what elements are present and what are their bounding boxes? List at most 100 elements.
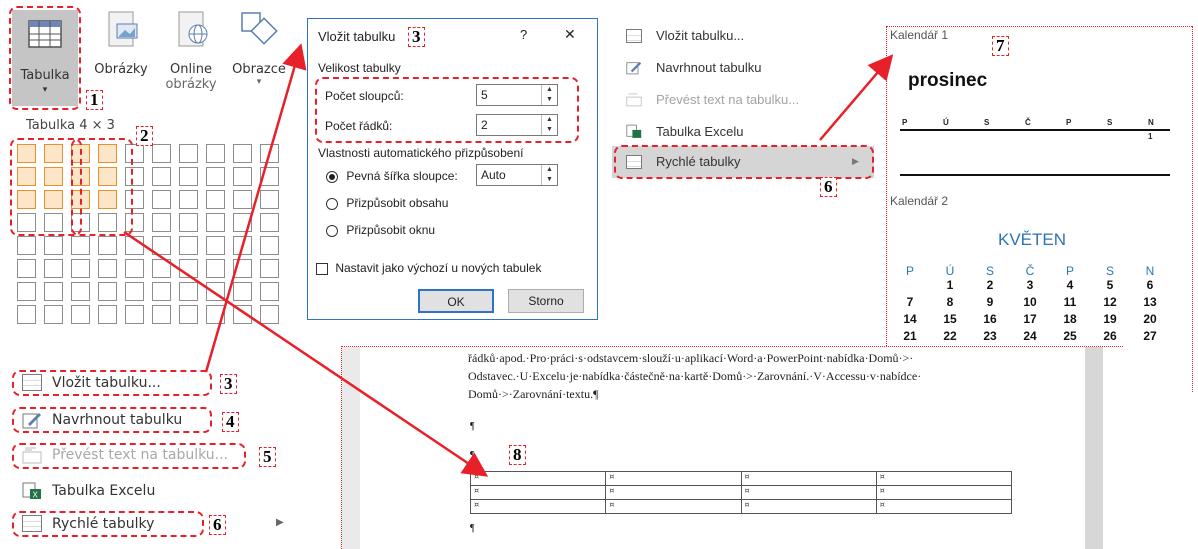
grid-cell[interactable] bbox=[233, 259, 252, 278]
grid-cell[interactable] bbox=[98, 236, 117, 255]
calendar-2-day-header: N bbox=[1145, 264, 1155, 278]
grid-cell[interactable] bbox=[233, 213, 252, 232]
calendar-2-day: 8 bbox=[946, 295, 954, 309]
table-cell[interactable]: ¤ bbox=[875, 499, 1013, 514]
grid-cell[interactable] bbox=[152, 259, 171, 278]
table-cell[interactable]: ¤ bbox=[605, 485, 742, 500]
grid-cell[interactable] bbox=[44, 259, 63, 278]
m3-excel-table[interactable]: Tabulka Excelu bbox=[626, 124, 743, 139]
table-cell[interactable]: ¤ bbox=[469, 485, 607, 500]
grid-cell[interactable] bbox=[206, 190, 225, 209]
m3-draw-table[interactable]: Navrhnout tabulku bbox=[626, 60, 762, 75]
grid-cell[interactable] bbox=[17, 282, 36, 301]
autofit-window-radio[interactable] bbox=[326, 224, 338, 237]
grid-cell[interactable] bbox=[260, 190, 279, 209]
table-cell[interactable]: ¤ bbox=[605, 499, 742, 514]
grid-cell[interactable] bbox=[233, 236, 252, 255]
grid-cell[interactable] bbox=[152, 144, 171, 163]
table-cell[interactable]: ¤ bbox=[469, 499, 607, 514]
grid-cell[interactable] bbox=[179, 259, 198, 278]
grid-cell[interactable] bbox=[98, 305, 117, 324]
grid-cell[interactable] bbox=[260, 305, 279, 324]
grid-cell[interactable] bbox=[125, 305, 144, 324]
grid-cell[interactable] bbox=[179, 190, 198, 209]
table-cell[interactable]: ¤ bbox=[740, 471, 877, 486]
grid-cell[interactable] bbox=[98, 259, 117, 278]
table-cell[interactable]: ¤ bbox=[875, 485, 1013, 500]
m3-convert-text[interactable]: Převést text na tabulku... bbox=[626, 92, 799, 107]
grid-cell[interactable] bbox=[179, 282, 198, 301]
grid-cell[interactable] bbox=[260, 144, 279, 163]
table-cell[interactable]: ¤ bbox=[875, 471, 1013, 486]
grid-cell[interactable] bbox=[260, 213, 279, 232]
online-pictures-button[interactable]: Online obrázky bbox=[160, 10, 222, 92]
grid-cell[interactable] bbox=[260, 167, 279, 186]
table-cell[interactable]: ¤ bbox=[740, 485, 877, 500]
calendar-2-day: 7 bbox=[906, 295, 914, 309]
grid-cell[interactable] bbox=[179, 305, 198, 324]
grid-cell[interactable] bbox=[233, 305, 252, 324]
grid-cell[interactable] bbox=[17, 305, 36, 324]
document-table[interactable]: ¤ ¤ ¤ ¤ ¤ ¤ ¤ ¤ ¤ ¤ ¤ ¤ bbox=[469, 471, 1013, 514]
ok-button[interactable]: OK bbox=[418, 289, 494, 313]
fixed-width-input[interactable]: Auto ▲ ▼ bbox=[476, 164, 558, 186]
table-cell[interactable]: ¤ bbox=[469, 471, 607, 486]
grid-cell[interactable] bbox=[233, 282, 252, 301]
menu-excel-table[interactable]: X Tabulka Excelu bbox=[22, 482, 155, 500]
grid-cell[interactable] bbox=[206, 144, 225, 163]
grid-cell[interactable] bbox=[260, 259, 279, 278]
grid-cell[interactable] bbox=[152, 167, 171, 186]
default-checkbox-row[interactable]: Nastavit jako výchozí u nových tabulek bbox=[316, 261, 541, 275]
grid-cell[interactable] bbox=[260, 282, 279, 301]
grid-cell[interactable] bbox=[152, 282, 171, 301]
grid-cell[interactable] bbox=[233, 167, 252, 186]
grid-cell[interactable] bbox=[179, 213, 198, 232]
grid-cell[interactable] bbox=[206, 213, 225, 232]
pictures-button[interactable]: Obrázky bbox=[92, 10, 150, 77]
autofit-contents-radio[interactable] bbox=[326, 197, 338, 210]
grid-cell[interactable] bbox=[71, 259, 90, 278]
grid-cell[interactable] bbox=[152, 305, 171, 324]
grid-cell[interactable] bbox=[152, 213, 171, 232]
grid-cell[interactable] bbox=[17, 236, 36, 255]
calendar-2-day: 22 bbox=[943, 329, 957, 343]
autofit-window-option[interactable]: Přizpůsobit oknu bbox=[326, 223, 435, 237]
grid-cell[interactable] bbox=[152, 236, 171, 255]
grid-cell[interactable] bbox=[125, 236, 144, 255]
shapes-button[interactable]: Obrazce ▾ bbox=[226, 10, 292, 87]
grid-cell[interactable] bbox=[44, 236, 63, 255]
table-cell[interactable]: ¤ bbox=[605, 471, 742, 486]
grid-cell[interactable] bbox=[71, 282, 90, 301]
fixed-width-option[interactable]: Pevná šířka sloupce: bbox=[326, 169, 458, 183]
grid-cell[interactable] bbox=[44, 305, 63, 324]
grid-cell[interactable] bbox=[233, 144, 252, 163]
grid-cell[interactable] bbox=[44, 282, 63, 301]
grid-cell[interactable] bbox=[179, 236, 198, 255]
grid-cell[interactable] bbox=[17, 259, 36, 278]
grid-cell[interactable] bbox=[179, 144, 198, 163]
table-cell[interactable]: ¤ bbox=[740, 499, 877, 514]
fixed-width-radio[interactable] bbox=[326, 170, 338, 183]
grid-cell[interactable] bbox=[206, 236, 225, 255]
m3-insert-table[interactable]: Vložit tabulku... bbox=[626, 28, 744, 43]
close-icon[interactable]: ✕ bbox=[564, 26, 576, 43]
grid-cell[interactable] bbox=[152, 190, 171, 209]
grid-cell[interactable] bbox=[179, 167, 198, 186]
help-button[interactable]: ? bbox=[520, 27, 527, 42]
grid-cell[interactable] bbox=[71, 305, 90, 324]
grid-cell[interactable] bbox=[125, 259, 144, 278]
grid-cell[interactable] bbox=[260, 236, 279, 255]
grid-cell[interactable] bbox=[98, 282, 117, 301]
grid-cell[interactable] bbox=[125, 282, 144, 301]
online-label: Online bbox=[170, 62, 212, 77]
autofit-contents-option[interactable]: Přizpůsobit obsahu bbox=[326, 196, 448, 210]
grid-cell[interactable] bbox=[206, 259, 225, 278]
default-checkbox[interactable] bbox=[316, 262, 328, 275]
grid-cell[interactable] bbox=[233, 190, 252, 209]
grid-cell[interactable] bbox=[206, 167, 225, 186]
fixed-width-spinner[interactable]: ▲ ▼ bbox=[541, 165, 557, 185]
cancel-button[interactable]: Storno bbox=[508, 289, 584, 313]
grid-cell[interactable] bbox=[206, 282, 225, 301]
grid-cell[interactable] bbox=[206, 305, 225, 324]
grid-cell[interactable] bbox=[71, 236, 90, 255]
